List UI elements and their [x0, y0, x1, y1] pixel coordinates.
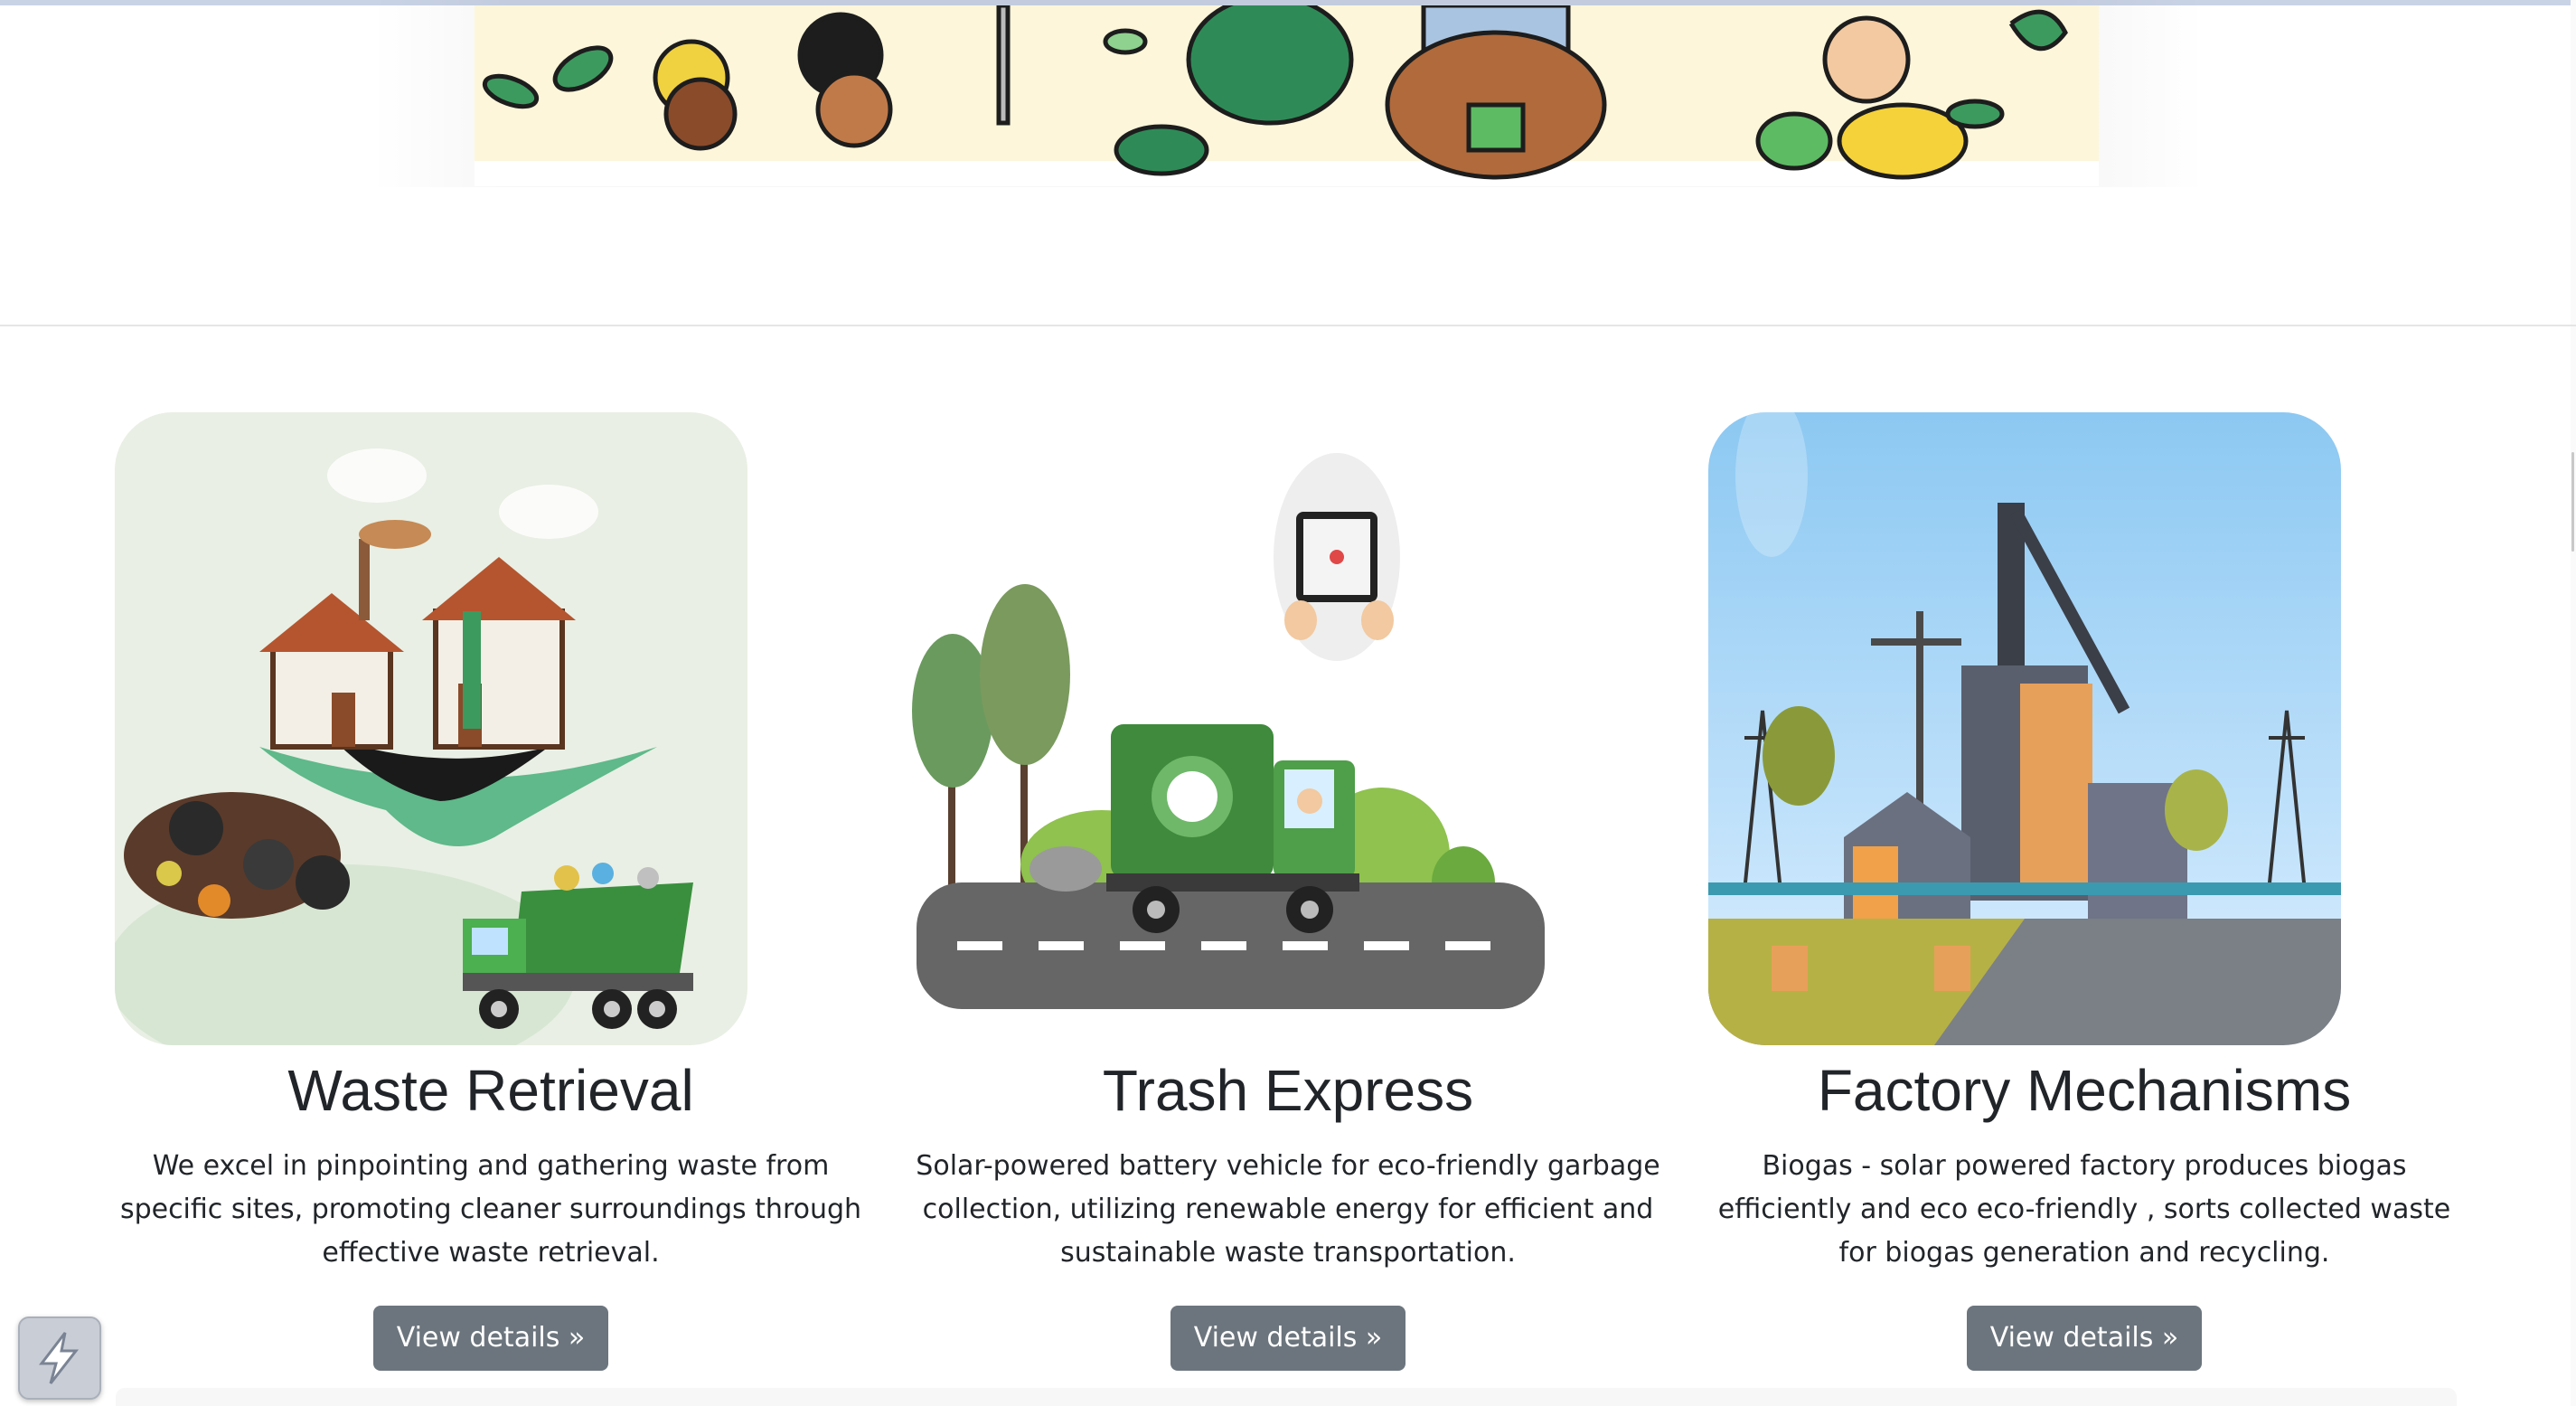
feature-title: Waste Retrieval: [287, 1058, 694, 1123]
feature-description: Biogas - solar powered factory produces …: [1717, 1150, 2451, 1269]
feature-factory-mechanisms: Factory Mechanisms Biogas - solar powere…: [1687, 412, 2482, 1371]
trash-express-image: [912, 412, 1545, 1045]
feature-trash-express: Trash Express Solar-powered battery vehi…: [890, 412, 1686, 1371]
scrollbar-thumb[interactable]: [2571, 452, 2574, 552]
view-details-button[interactable]: View details »: [1966, 1306, 2203, 1371]
scrollbar[interactable]: [2571, 0, 2576, 1406]
feature-title: Trash Express: [1102, 1058, 1474, 1123]
next-section-edge: [116, 1388, 2457, 1406]
factory-mechanisms-image: [1708, 412, 2341, 1045]
lightning-bolt-icon[interactable]: [18, 1316, 101, 1400]
view-details-button[interactable]: View details »: [372, 1306, 609, 1371]
waste-retrieval-image: [115, 412, 747, 1045]
feature-description: Solar-powered battery vehicle for eco-fr…: [916, 1150, 1660, 1269]
feature-title: Factory Mechanisms: [1817, 1058, 2352, 1123]
feature-description: We excel in pinpointing and gathering wa…: [119, 1150, 862, 1269]
view-details-button[interactable]: View details »: [1170, 1306, 1406, 1371]
section-divider: [0, 325, 2576, 326]
feature-waste-retrieval: Waste Retrieval We excel in pinpointing …: [93, 412, 888, 1371]
hero-banner-image: [475, 5, 2099, 186]
